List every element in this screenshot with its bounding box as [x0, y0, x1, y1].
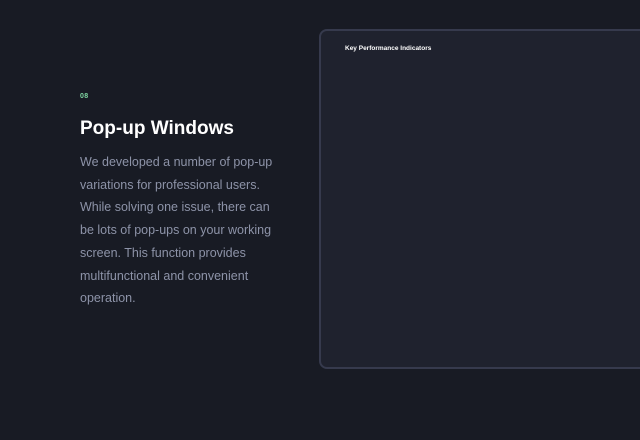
section-title: Pop-up Windows: [80, 118, 234, 139]
panel-title: Key Performance Indicators: [345, 45, 432, 52]
section-description: We developed a number of pop-up variatio…: [80, 155, 273, 306]
section-number: 08: [80, 93, 89, 100]
kpi-panel: Key Performance Indicators: [319, 29, 640, 369]
